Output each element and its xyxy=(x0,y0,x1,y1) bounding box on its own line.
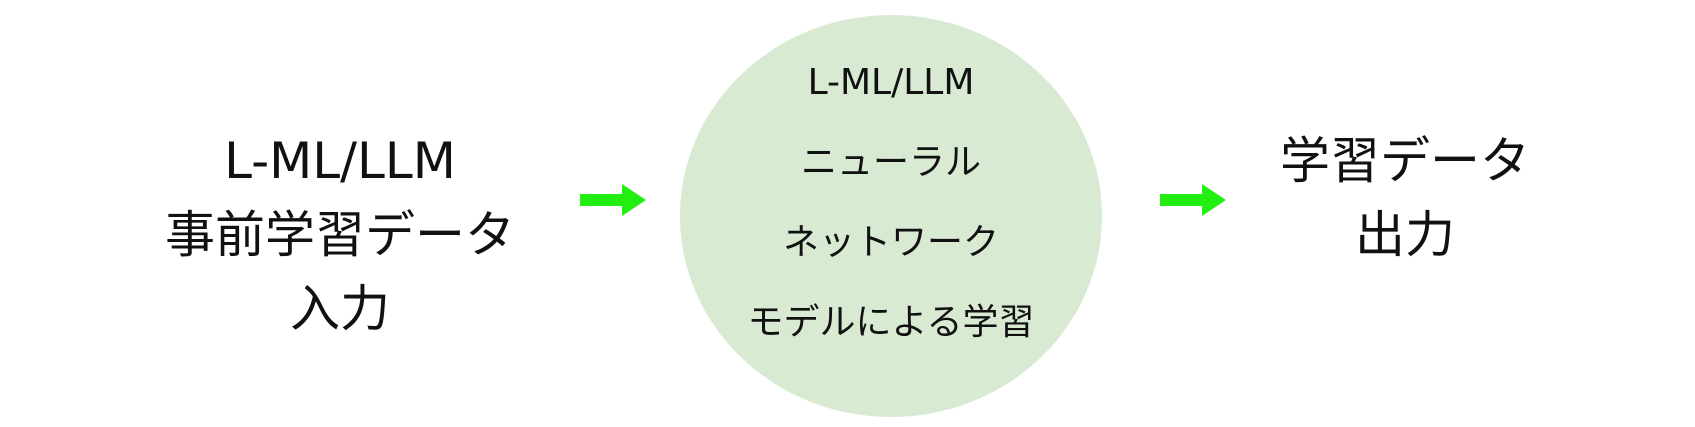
output-node: 学習データ 出力 xyxy=(1260,124,1550,272)
process-line-2: ニューラル xyxy=(800,142,981,183)
input-node: L-ML/LLM 事前学習データ 入力 xyxy=(150,124,530,346)
process-line-3: ネットワーク xyxy=(782,222,999,263)
process-line-1: L-ML/LLM xyxy=(807,62,975,103)
input-line-1: L-ML/LLM xyxy=(224,132,456,190)
output-line-1: 学習データ xyxy=(1280,132,1530,190)
arrow-right-icon xyxy=(580,184,646,216)
diagram-page: { "input": { "lines": ["L-ML/LLM", "事前学習… xyxy=(0,0,1695,427)
output-line-2: 出力 xyxy=(1355,206,1455,264)
input-line-2: 事前学習データ xyxy=(165,206,515,264)
process-line-4: モデルによる学習 xyxy=(747,302,1035,343)
input-line-3: 入力 xyxy=(290,280,390,338)
arrow-right-icon xyxy=(1160,184,1226,216)
process-circle: L-ML/LLM ニューラル ネットワーク モデルによる学習 xyxy=(680,15,1102,417)
